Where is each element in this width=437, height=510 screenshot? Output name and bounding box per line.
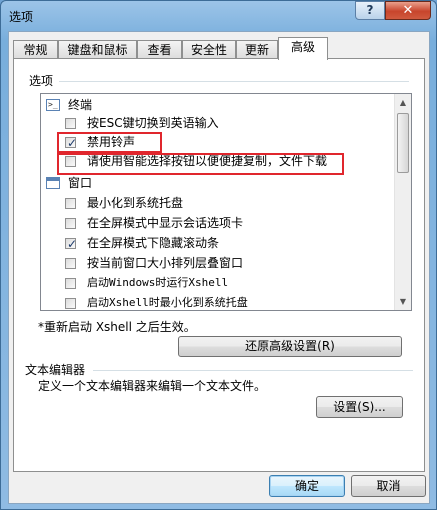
tab-advanced[interactable]: 高级 <box>278 37 328 60</box>
tab-security[interactable]: 安全性 <box>182 40 236 59</box>
window-icon <box>46 177 60 189</box>
highlight-box-smart-select <box>57 153 344 175</box>
text-editor-description: 定义一个文本编辑器来编辑一个文本文件。 <box>38 379 267 393</box>
ok-button[interactable]: 确定 <box>269 475 345 497</box>
tab-general[interactable]: 常规 <box>13 40 58 59</box>
tab-view[interactable]: 查看 <box>137 40 182 59</box>
tab-update[interactable]: 更新 <box>236 40 278 59</box>
scrollbar-thumb[interactable] <box>397 113 409 173</box>
checkbox-minimize-to-tray[interactable] <box>65 198 76 209</box>
close-button[interactable]: ✕ <box>385 1 431 20</box>
text-editor-group-label: 文本编辑器 <box>25 363 86 377</box>
checkbox-run-on-windows-start[interactable] <box>65 278 76 289</box>
checkbox-esc-switch-english[interactable] <box>65 118 76 129</box>
close-icon: ✕ <box>402 3 414 18</box>
options-group-divider <box>59 81 409 82</box>
terminal-icon: >_ <box>46 99 60 111</box>
options-group-label: 选项 <box>29 74 54 88</box>
restart-note: *重新启动 Xshell 之后生效。 <box>38 320 196 334</box>
text-editor-group-divider <box>93 370 413 371</box>
checkbox-minimize-on-xshell-start[interactable] <box>65 298 76 309</box>
options-tree[interactable]: >_ 终端 按ESC键切换到英语输入 ✓ 禁用铃声 请使用智能选择按钮以便便捷复… <box>40 93 412 311</box>
scroll-up-arrow-icon[interactable]: ▲ <box>395 94 411 111</box>
window-title: 选项 <box>9 10 34 24</box>
tab-keyboard-mouse[interactable]: 键盘和鼠标 <box>58 40 137 59</box>
help-button[interactable]: ? <box>355 1 385 20</box>
text-editor-settings-button[interactable]: 设置(S)... <box>316 396 403 418</box>
scroll-down-arrow-icon[interactable]: ▼ <box>395 293 411 310</box>
cancel-button[interactable]: 取消 <box>351 475 426 497</box>
help-icon: ? <box>366 3 374 17</box>
checkbox-fullscreen-show-tabs[interactable] <box>65 218 76 229</box>
restore-advanced-settings-button[interactable]: 还原高级设置(R) <box>178 336 402 357</box>
checkbox-fullscreen-hide-scrollbar[interactable]: ✓ <box>65 237 77 251</box>
checkbox-cascade-by-window-size[interactable] <box>65 258 76 269</box>
tree-vertical-scrollbar[interactable]: ▲ ▼ <box>394 94 411 310</box>
options-dialog: 选项 ? ✕ 常规 键盘和鼠标 查看 安全性 更新 高级 选项 >_ 终端 按E… <box>0 0 437 510</box>
highlight-box-disable-bell <box>57 132 162 153</box>
dialog-client-area: 常规 键盘和鼠标 查看 安全性 更新 高级 选项 >_ 终端 按ESC键切换到英… <box>8 31 430 504</box>
title-bar[interactable]: 选项 ? ✕ <box>1 1 436 33</box>
